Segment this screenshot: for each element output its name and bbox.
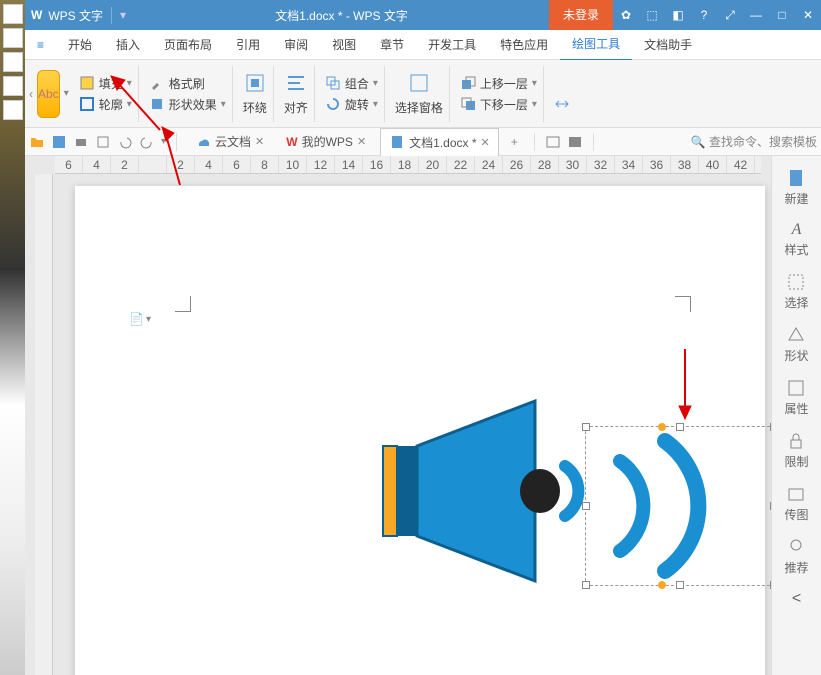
wps-logo-icon: W <box>286 135 297 149</box>
resize-handle-s[interactable] <box>676 581 684 589</box>
tab-pagelayout[interactable]: 页面布局 <box>152 30 224 60</box>
style-icon: A <box>792 221 802 239</box>
align-icon <box>284 71 308 95</box>
doc-icon <box>389 134 405 150</box>
close-tab-icon[interactable]: ✕ <box>481 136 490 149</box>
sidebar-properties[interactable]: 属性 <box>784 374 808 421</box>
resize-handle-sw[interactable] <box>582 581 590 589</box>
tab-special[interactable]: 特色应用 <box>488 30 560 60</box>
close-tab-icon[interactable]: ✕ <box>255 135 264 148</box>
select-icon <box>786 272 806 292</box>
selection-pane-button[interactable]: 选择窗格 <box>395 71 443 116</box>
right-sidebar: 新建 A样式 选择 形状 属性 限制 传图 推荐 < <box>771 156 821 675</box>
tab-home[interactable]: 开始 <box>56 30 104 60</box>
open-icon[interactable] <box>29 134 45 150</box>
wrap-icon <box>243 71 267 95</box>
sidebar-limit[interactable]: 限制 <box>784 427 808 474</box>
page-canvas[interactable]: 📄 ▾ <box>75 186 765 675</box>
selection-pane-icon <box>407 71 431 95</box>
fill-icon <box>79 75 95 91</box>
send-backward-icon <box>460 96 476 112</box>
rotate-icon <box>325 96 341 112</box>
sidebar-upload-image[interactable]: 传图 <box>784 480 808 527</box>
sidebar-recommend[interactable]: 推荐 <box>784 533 808 580</box>
tab-insert[interactable]: 插入 <box>104 30 152 60</box>
document-title: 文档1.docx * - WPS 文字 <box>134 7 549 24</box>
tab-devtools[interactable]: 开发工具 <box>416 30 488 60</box>
bulb-icon <box>786 537 806 557</box>
shape-icon <box>786 325 806 345</box>
app-logo-icon: W <box>25 8 48 22</box>
group-button[interactable]: 组合▾ <box>325 75 378 92</box>
selection-bounding-box[interactable] <box>585 426 775 586</box>
send-backward-button[interactable]: 下移一层▾ <box>460 96 537 113</box>
app-menu-chevron-icon[interactable]: ▾ <box>112 8 134 22</box>
sidebar-share[interactable]: < <box>792 586 801 612</box>
annotation-arrow-icon <box>160 125 200 195</box>
resize-handle-w[interactable] <box>582 502 590 510</box>
new-file-icon <box>786 168 806 188</box>
shape-style-preview[interactable]: Abc <box>37 70 60 118</box>
adjust-handle[interactable] <box>658 423 666 431</box>
sidebar-shape[interactable]: 形状 <box>784 321 808 368</box>
menu-file-icon[interactable]: ≡ <box>25 30 56 60</box>
close-tab-icon[interactable]: ✕ <box>357 135 366 148</box>
view-mode-icon[interactable] <box>567 134 583 150</box>
properties-icon <box>786 378 806 398</box>
bring-forward-button[interactable]: 上移一层▾ <box>460 75 537 92</box>
height-icon <box>554 0 821 92</box>
tab-review[interactable]: 审阅 <box>272 30 320 60</box>
resize-handle-nw[interactable] <box>582 423 590 431</box>
tab-view[interactable]: 视图 <box>320 30 368 60</box>
share-icon: < <box>792 590 801 608</box>
tab-my-wps[interactable]: W 我的WPS✕ <box>278 128 374 156</box>
tab-current-doc[interactable]: 文档1.docx *✕ <box>380 128 499 156</box>
read-mode-icon[interactable] <box>545 134 561 150</box>
tab-reference[interactable]: 引用 <box>224 30 272 60</box>
sidebar-new[interactable]: 新建 <box>784 164 808 211</box>
upload-image-icon <box>786 484 806 504</box>
search-commands[interactable]: 🔍 查找命令、搜索模板 <box>691 133 817 150</box>
print-icon[interactable] <box>73 134 89 150</box>
speaker-shape[interactable] <box>375 396 615 626</box>
wrap-button[interactable]: 环绕 <box>243 71 267 116</box>
group-icon <box>325 75 341 91</box>
tab-chapter[interactable]: 章节 <box>368 30 416 60</box>
new-tab-button[interactable]: + <box>505 135 524 149</box>
outline-icon <box>79 96 95 112</box>
section-indicator-icon[interactable]: 📄 ▾ <box>129 312 151 326</box>
bring-forward-icon <box>460 75 476 91</box>
shape-style-dropdown-icon[interactable]: ▾ <box>64 88 69 99</box>
vertical-ruler[interactable] <box>35 174 53 675</box>
rotate-button[interactable]: 旋转▾ <box>325 96 378 113</box>
save-icon[interactable] <box>51 134 67 150</box>
annotation-arrow-icon <box>675 344 705 424</box>
sidebar-style[interactable]: A样式 <box>784 217 808 262</box>
sidebar-select[interactable]: 选择 <box>784 268 808 315</box>
resize-handle-n[interactable] <box>676 423 684 431</box>
ribbon-prev-icon[interactable]: ‹ <box>29 87 33 101</box>
lock-icon <box>786 431 806 451</box>
app-name: WPS 文字 <box>48 7 112 24</box>
align-button[interactable]: 对齐 <box>284 71 308 116</box>
adjust-handle[interactable] <box>658 581 666 589</box>
work-area: 6422468101214161820222426283032343638404… <box>25 156 821 675</box>
